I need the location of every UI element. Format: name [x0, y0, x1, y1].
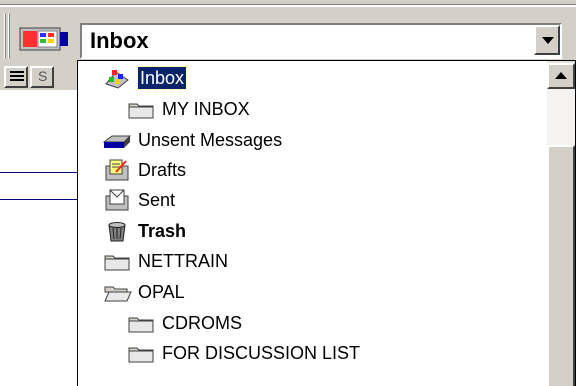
folder-label: MY INBOX	[162, 99, 250, 119]
list-view-button[interactable]	[4, 66, 28, 88]
folder-item-opal[interactable]: OPAL	[102, 277, 185, 307]
toolbar-grip[interactable]	[4, 14, 14, 58]
scroll-thumb[interactable]	[547, 145, 575, 386]
combo-dropdown-button[interactable]	[534, 25, 560, 55]
folder-icon	[128, 347, 154, 363]
sort-button-label: S	[38, 68, 48, 84]
folder-label: Drafts	[138, 160, 187, 180]
folder-item-nettrain[interactable]: NETTRAIN	[102, 246, 228, 276]
folder-label: FOR DISCUSSION LIST	[162, 343, 361, 363]
scroll-up-button[interactable]	[547, 63, 575, 89]
folder-icon	[128, 103, 154, 119]
folder-label: Sent	[138, 190, 176, 210]
scroll-track[interactable]	[547, 89, 575, 145]
open-folder-icon	[104, 286, 132, 302]
folder-icon	[104, 255, 130, 271]
left-pane	[0, 62, 80, 386]
folder-item-trash[interactable]: Trash	[102, 216, 186, 246]
folder-item-drafts[interactable]: Drafts	[102, 155, 186, 185]
trash-icon	[108, 222, 126, 242]
drafts-icon	[105, 159, 129, 181]
folder-item-for-discussion-list[interactable]: FOR DISCUSSION LIST	[126, 338, 360, 368]
sent-icon	[105, 189, 129, 211]
selected-row-outline	[0, 172, 80, 200]
inbox-icon	[105, 70, 129, 89]
toolbar: Inbox	[0, 0, 576, 64]
toolbar-divider	[0, 4, 576, 7]
folder-label: Trash	[138, 221, 187, 241]
folder-item-my-inbox[interactable]: MY INBOX	[126, 94, 250, 124]
folder-label: Inbox	[136, 66, 188, 90]
combo-selected-value: Inbox	[90, 28, 149, 53]
chevron-down-icon	[542, 37, 554, 44]
mailbox-icon	[19, 27, 68, 51]
sort-button[interactable]: S	[30, 66, 54, 88]
folder-icon	[128, 317, 154, 333]
folder-label: NETTRAIN	[138, 251, 228, 271]
folder-label: CDROMS	[162, 313, 242, 333]
folder-item-unsent-messages[interactable]: Unsent Messages	[102, 125, 282, 155]
vertical-scrollbar[interactable]	[547, 61, 575, 386]
folder-label: Unsent Messages	[138, 130, 283, 150]
folder-item-cdroms[interactable]: CDROMS	[126, 308, 242, 338]
folder-dropdown-list: Inbox MY INBOX Unsent Messages Drafts Se…	[77, 60, 576, 386]
unsent-messages-icon	[102, 135, 132, 148]
folder-item-inbox[interactable]: Inbox	[102, 63, 188, 93]
list-icon	[10, 71, 24, 81]
chevron-up-icon	[555, 72, 567, 79]
folder-combo-box[interactable]: Inbox	[80, 23, 562, 59]
folder-item-sent[interactable]: Sent	[102, 185, 175, 215]
folder-label: OPAL	[138, 282, 185, 302]
